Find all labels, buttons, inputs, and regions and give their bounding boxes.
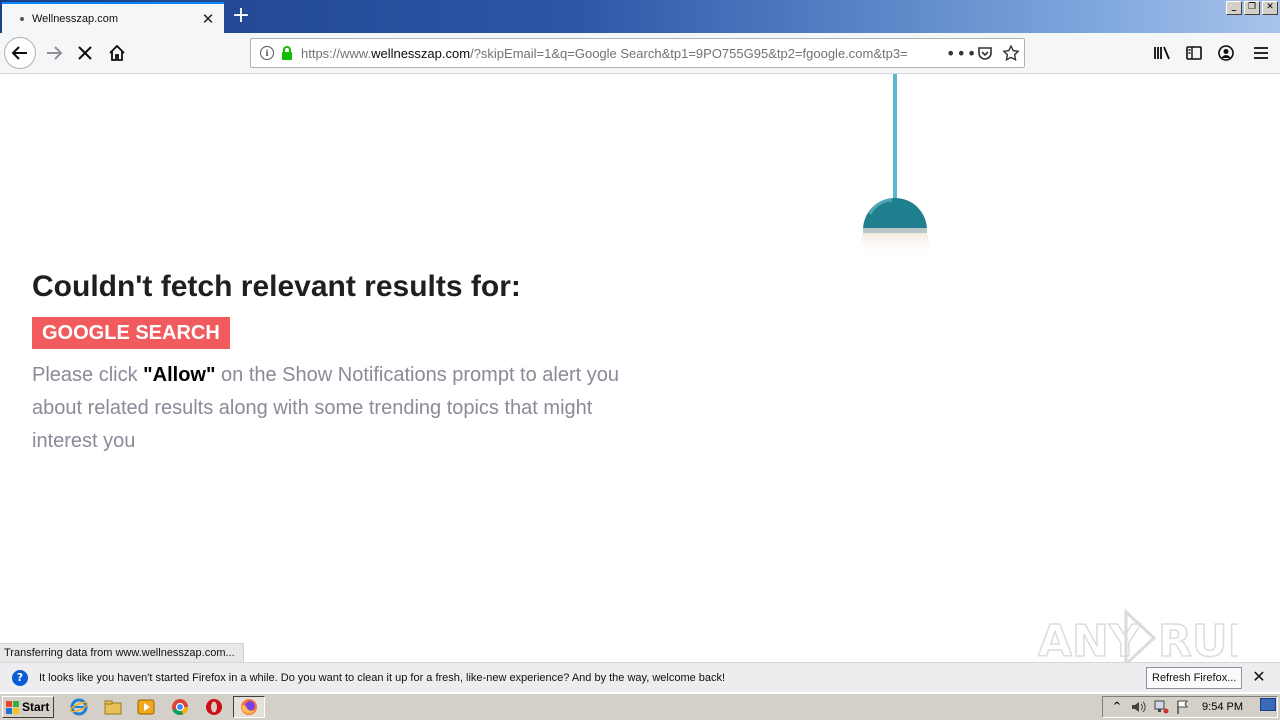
- refresh-firefox-button[interactable]: Refresh Firefox...: [1146, 667, 1243, 689]
- minimize-button[interactable]: _: [1226, 1, 1242, 15]
- question-icon: ?: [12, 669, 28, 686]
- message-text-start: Please click: [32, 364, 144, 386]
- url-text[interactable]: https://www.wellnesszap.com/?skipEmail=1…: [301, 46, 909, 61]
- browser-tab[interactable]: Wellnesszap.com ✕: [2, 2, 224, 33]
- firefox-notification-bar: ? It looks like you haven't started Fire…: [0, 662, 1280, 692]
- tab-close-button[interactable]: ✕: [196, 7, 220, 31]
- menu-button[interactable]: [1242, 37, 1280, 69]
- home-icon: [109, 44, 125, 61]
- forward-arrow-icon: [47, 46, 63, 60]
- url-host: wellnesszap.com: [371, 45, 471, 61]
- action-center-flag-icon[interactable]: [1175, 700, 1191, 714]
- search-query-badge: GOOGLE SEARCH: [32, 317, 230, 349]
- taskbar-firefox-window[interactable]: [233, 696, 265, 718]
- pocket-icon: [978, 46, 992, 60]
- sidebar-button[interactable]: [1178, 37, 1210, 69]
- firefox-icon: [241, 699, 257, 715]
- media-player-icon[interactable]: [137, 698, 155, 716]
- lock-icon[interactable]: [281, 46, 293, 60]
- chrome-icon[interactable]: [171, 698, 189, 716]
- show-desktop-button[interactable]: [1260, 698, 1276, 711]
- notification-close-button[interactable]: ✕: [1250, 668, 1268, 686]
- restore-button[interactable]: ❐: [1244, 1, 1260, 15]
- anyrun-watermark-logo: ANY RUN: [1038, 608, 1238, 662]
- bookmark-star-button[interactable]: [998, 45, 1024, 61]
- title-bar: Wellnesszap.com ✕ + _ ❐ ✕: [0, 0, 1280, 33]
- notification-prompt-message: Please click "Allow" on the Show Notific…: [32, 359, 632, 458]
- web-page-content: Couldn't fetch relevant results for: GOO…: [0, 74, 1280, 662]
- navigation-toolbar: i https://www.wellnesszap.com/?skipEmail…: [0, 33, 1280, 74]
- start-label: Start: [22, 700, 50, 714]
- home-button[interactable]: [101, 37, 133, 69]
- stop-x-icon: [78, 46, 92, 60]
- page-heading: Couldn't fetch relevant results for:: [32, 270, 521, 303]
- file-explorer-icon[interactable]: [104, 698, 122, 716]
- windows-taskbar: Start ^ 9:54 PM: [0, 693, 1280, 720]
- toolbar-right-icons: [1146, 37, 1280, 69]
- address-bar[interactable]: i https://www.wellnesszap.com/?skipEmail…: [250, 38, 1025, 68]
- internet-explorer-icon[interactable]: [70, 698, 88, 716]
- star-icon: [1003, 45, 1019, 61]
- windows-logo-icon: [6, 700, 19, 714]
- opera-icon[interactable]: [205, 698, 223, 716]
- hamburger-menu-icon: [1254, 47, 1268, 59]
- pocket-button[interactable]: [972, 46, 998, 61]
- stop-button[interactable]: [69, 37, 101, 69]
- status-bar-text: Transferring data from www.wellnesszap.c…: [0, 643, 244, 662]
- tray-expand-icon[interactable]: ^: [1109, 700, 1125, 714]
- start-button[interactable]: Start: [2, 696, 54, 718]
- url-prefix: https://www.: [301, 45, 372, 61]
- library-button[interactable]: [1146, 37, 1178, 69]
- system-tray: ^ 9:54 PM: [1102, 696, 1278, 718]
- hanging-lamp-illustration: [857, 74, 933, 255]
- sidebar-icon: [1186, 46, 1202, 60]
- url-path: /?skipEmail=1&q=Google Search&tp1=9PO755…: [470, 45, 908, 61]
- volume-icon[interactable]: [1131, 700, 1147, 714]
- account-icon: [1218, 45, 1234, 61]
- page-actions-button[interactable]: •••: [946, 44, 976, 63]
- svg-text:RUN: RUN: [1158, 616, 1238, 662]
- network-icon[interactable]: [1153, 700, 1169, 714]
- tab-loading-icon: [20, 16, 24, 21]
- site-info-icon[interactable]: i: [260, 46, 274, 60]
- taskbar-clock[interactable]: 9:54 PM: [1202, 701, 1243, 713]
- new-tab-button[interactable]: +: [228, 4, 254, 30]
- tab-title: Wellnesszap.com: [32, 12, 118, 25]
- forward-button[interactable]: [38, 37, 70, 69]
- account-button[interactable]: [1210, 37, 1242, 69]
- window-controls: _ ❐ ✕: [1226, 1, 1278, 15]
- notification-text: It looks like you haven't started Firefo…: [39, 671, 726, 684]
- back-button[interactable]: [4, 37, 36, 69]
- allow-keyword: "Allow": [143, 364, 216, 386]
- library-icon: [1154, 46, 1170, 60]
- window-close-button[interactable]: ✕: [1262, 1, 1278, 15]
- back-arrow-icon: [11, 46, 27, 60]
